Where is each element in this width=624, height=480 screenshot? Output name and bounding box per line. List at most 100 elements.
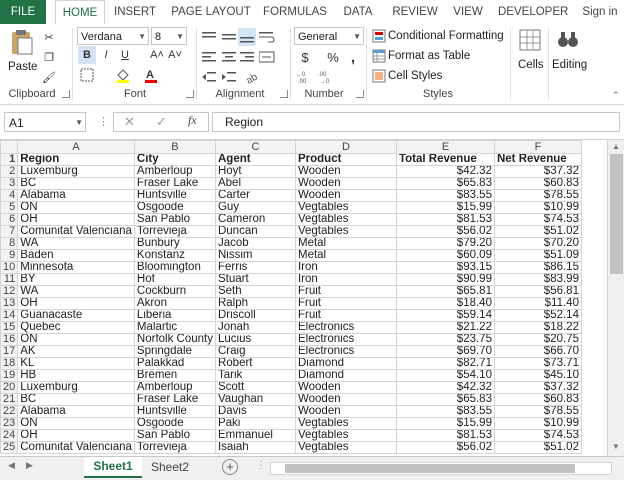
cell[interactable]: $74.53: [493, 429, 582, 442]
cell[interactable]: Diamond: [294, 357, 397, 370]
cell[interactable]: Abel: [214, 177, 296, 190]
cell[interactable]: Alabama: [17, 405, 135, 418]
horizontal-scrollbar[interactable]: [270, 462, 612, 475]
scroll-thumb[interactable]: [610, 154, 623, 274]
column-header[interactable]: B: [133, 140, 216, 154]
horizontal-scroll-thumb[interactable]: [285, 464, 575, 473]
cell[interactable]: Springdale: [133, 345, 216, 358]
cell[interactable]: $15.99: [395, 417, 495, 430]
align-right-icon[interactable]: [238, 48, 256, 66]
cell[interactable]: WA: [17, 285, 135, 298]
cell[interactable]: $81.53: [395, 429, 495, 442]
increase-indent-icon[interactable]: [220, 68, 238, 86]
cell[interactable]: Davis: [214, 405, 296, 418]
cell[interactable]: $54.10: [395, 369, 495, 382]
tab-formulas[interactable]: FORMULAS: [262, 0, 328, 24]
cut-icon[interactable]: ✂: [40, 28, 58, 46]
cell[interactable]: Electronics: [294, 345, 397, 358]
row-header[interactable]: 1: [0, 153, 19, 166]
row-header[interactable]: 6: [0, 213, 19, 226]
sheet-tab-sheet1[interactable]: Sheet1: [84, 457, 142, 478]
cell[interactable]: Duncan: [214, 225, 296, 238]
cell[interactable]: Konstanz: [133, 249, 216, 262]
cell[interactable]: Fraser Lake: [133, 393, 216, 406]
cell[interactable]: $10.99: [493, 201, 582, 214]
decrease-indent-icon[interactable]: [200, 68, 218, 86]
alignment-launcher-icon[interactable]: [280, 90, 288, 98]
sheet-tab-sheet2[interactable]: Sheet2: [146, 457, 194, 477]
cell[interactable]: $18.40: [395, 297, 495, 310]
cell[interactable]: Paki: [214, 417, 296, 430]
cell[interactable]: Electronics: [294, 333, 397, 346]
cell[interactable]: Palakkad: [133, 357, 216, 370]
cell[interactable]: $37.32: [493, 165, 582, 178]
cell[interactable]: Driscoll: [214, 309, 296, 322]
row-header[interactable]: 21: [0, 393, 19, 406]
cell[interactable]: $66.70: [493, 345, 582, 358]
row-header[interactable]: 13: [0, 297, 19, 310]
cell[interactable]: $56.81: [493, 285, 582, 298]
cell[interactable]: $51.09: [493, 249, 582, 262]
cell[interactable]: Wooden: [294, 393, 397, 406]
row-header[interactable]: 14: [0, 309, 19, 322]
prev-sheet-icon[interactable]: ◀: [8, 460, 15, 471]
paste-icon[interactable]: [6, 28, 36, 56]
cell[interactable]: Alabama: [17, 189, 135, 202]
cell[interactable]: $60.09: [395, 249, 495, 262]
row-header[interactable]: 3: [0, 177, 19, 190]
vertical-scrollbar[interactable]: ▲ ▼: [607, 140, 624, 456]
sign-in-link[interactable]: Sign in: [578, 0, 622, 24]
cell[interactable]: $15.99: [395, 201, 495, 214]
cell[interactable]: $52.14: [493, 309, 582, 322]
cell[interactable]: $65.83: [395, 177, 495, 190]
cell[interactable]: Torrevieja: [133, 441, 216, 454]
cell[interactable]: $45.10: [493, 369, 582, 382]
cell[interactable]: Ferris: [214, 261, 296, 274]
row-header[interactable]: 8: [0, 237, 19, 250]
row-header[interactable]: 23: [0, 417, 19, 430]
cell[interactable]: Comunitat Valenciana: [17, 441, 135, 454]
cell[interactable]: Osgoode: [133, 417, 216, 430]
grow-font-button[interactable]: A˄: [148, 46, 166, 64]
editing-button[interactable]: Editing: [552, 56, 587, 74]
shrink-font-button[interactable]: A˅: [166, 46, 184, 64]
wrap-text-icon[interactable]: [258, 28, 276, 46]
cell[interactable]: $56.02: [395, 225, 495, 238]
align-bottom-icon[interactable]: [238, 28, 256, 46]
row-header[interactable]: 16: [0, 333, 19, 346]
cell[interactable]: OH: [17, 297, 135, 310]
cell[interactable]: $65.81: [395, 285, 495, 298]
cell[interactable]: Torrevieja: [133, 225, 216, 238]
cell[interactable]: Wooden: [294, 189, 397, 202]
conditional-formatting-button[interactable]: Conditional Formatting: [388, 27, 504, 45]
cell[interactable]: ON: [17, 333, 135, 346]
cell[interactable]: $20.75: [493, 333, 582, 346]
cell[interactable]: Scott: [214, 381, 296, 394]
cell[interactable]: Vegtables: [294, 441, 397, 454]
scroll-up-icon[interactable]: ▲: [612, 142, 620, 151]
row-header[interactable]: 17: [0, 345, 19, 358]
cell[interactable]: Iron: [294, 261, 397, 274]
cell[interactable]: Amberloup: [133, 165, 216, 178]
formula-input[interactable]: Region: [212, 112, 620, 132]
cell[interactable]: Metal: [294, 237, 397, 250]
cell[interactable]: Guanacaste: [17, 309, 135, 322]
cell[interactable]: Fraser Lake: [133, 177, 216, 190]
row-header[interactable]: 11: [0, 273, 19, 286]
row-header[interactable]: 7: [0, 225, 19, 238]
row-header[interactable]: 22: [0, 405, 19, 418]
cell[interactable]: Liberia: [133, 309, 216, 322]
cell[interactable]: $23.75: [395, 333, 495, 346]
column-header[interactable]: F: [493, 140, 582, 154]
cell[interactable]: OH: [17, 213, 135, 226]
conditional-formatting-icon[interactable]: [370, 27, 388, 45]
cell[interactable]: $60.83: [493, 177, 582, 190]
font-size-select[interactable]: 8 ▼: [151, 27, 187, 45]
cell[interactable]: Quebec: [17, 321, 135, 334]
font-color-icon[interactable]: A: [142, 66, 160, 84]
tab-insert[interactable]: INSERT: [112, 0, 158, 24]
cell[interactable]: $51.02: [493, 225, 582, 238]
cell[interactable]: $70.20: [493, 237, 582, 250]
cell[interactable]: Region: [17, 153, 135, 166]
increase-decimal-icon[interactable]: ←0.00: [296, 68, 314, 86]
